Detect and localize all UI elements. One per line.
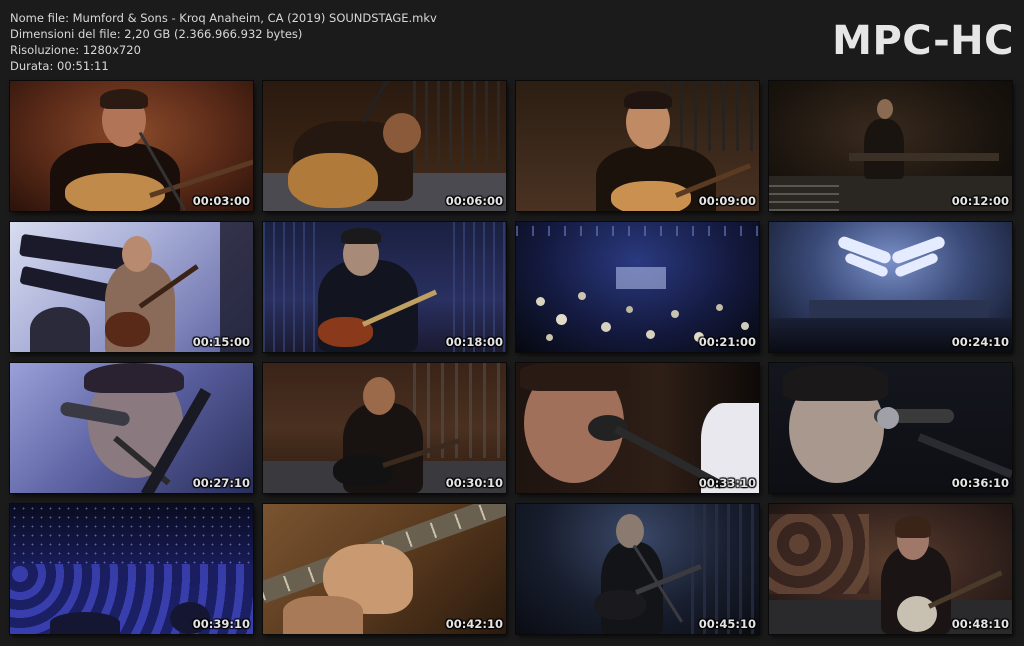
thumbnail-grid: 00:03:00 00:06:00 00:09:00 00:12:00 00:1…: [10, 81, 1012, 634]
thumbnail: 00:33:10: [516, 363, 759, 493]
thumbnail: 00:42:10: [263, 504, 506, 634]
timestamp: 00:36:10: [951, 476, 1009, 490]
timestamp: 00:39:10: [192, 617, 250, 631]
timestamp: 00:03:00: [192, 194, 250, 208]
file-duration: Durata: 00:51:11: [10, 59, 109, 73]
thumbnail: 00:48:10: [769, 504, 1012, 634]
file-info: Nome file: Mumford & Sons - Kroq Anaheim…: [10, 10, 437, 74]
file-resolution: Risoluzione: 1280x720: [10, 43, 141, 57]
timestamp: 00:45:10: [698, 617, 756, 631]
thumbnail: 00:27:10: [10, 363, 253, 493]
thumbnail: 00:18:00: [263, 222, 506, 352]
thumbnail: 00:21:00: [516, 222, 759, 352]
timestamp: 00:48:10: [951, 617, 1009, 631]
thumbnail: 00:03:00: [10, 81, 253, 211]
thumbnail: 00:06:00: [263, 81, 506, 211]
timestamp: 00:30:10: [445, 476, 503, 490]
thumbnail: 00:36:10: [769, 363, 1012, 493]
thumbnail: 00:09:00: [516, 81, 759, 211]
thumbnail: 00:39:10: [10, 504, 253, 634]
thumbnail: 00:45:10: [516, 504, 759, 634]
timestamp: 00:33:10: [698, 476, 756, 490]
thumbnail: 00:15:00: [10, 222, 253, 352]
thumbnail: 00:24:10: [769, 222, 1012, 352]
timestamp: 00:12:00: [951, 194, 1009, 208]
timestamp: 00:15:00: [192, 335, 250, 349]
file-name: Nome file: Mumford & Sons - Kroq Anaheim…: [10, 11, 437, 25]
timestamp: 00:24:10: [951, 335, 1009, 349]
timestamp: 00:06:00: [445, 194, 503, 208]
thumbnail: 00:12:00: [769, 81, 1012, 211]
file-size: Dimensioni del file: 2,20 GB (2.366.966.…: [10, 27, 303, 41]
timestamp: 00:18:00: [445, 335, 503, 349]
timestamp: 00:27:10: [192, 476, 250, 490]
timestamp: 00:21:00: [698, 335, 756, 349]
thumbnail: 00:30:10: [263, 363, 506, 493]
mpc-hc-logo: MPC-HC: [832, 18, 1014, 64]
timestamp: 00:42:10: [445, 617, 503, 631]
timestamp: 00:09:00: [698, 194, 756, 208]
